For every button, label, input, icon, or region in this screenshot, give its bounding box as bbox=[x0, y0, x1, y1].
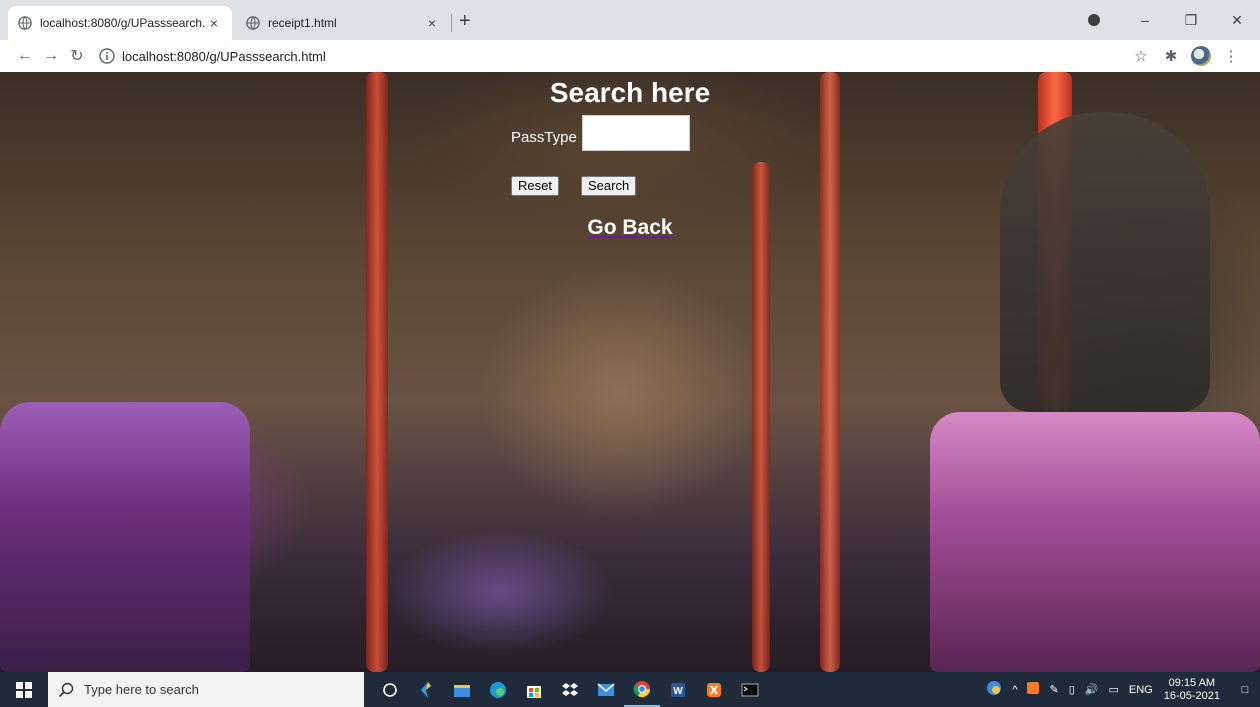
info-icon[interactable] bbox=[98, 47, 116, 65]
star-icon[interactable]: ☆ bbox=[1126, 47, 1156, 65]
windows-taskbar: Type here to search W ^ ✎ ▯ 🔊 ▭ ENG 09:1… bbox=[0, 672, 1260, 707]
page-viewport: Search here PassType Reset Search Go Bac… bbox=[0, 72, 1260, 672]
pen-icon[interactable]: ✎ bbox=[1049, 683, 1058, 696]
pass-type-input[interactable] bbox=[581, 115, 690, 151]
mail-icon[interactable] bbox=[588, 672, 624, 707]
search-button[interactable]: Search bbox=[581, 176, 637, 196]
forward-icon[interactable]: → bbox=[38, 47, 64, 65]
dropbox-icon[interactable] bbox=[552, 672, 588, 707]
window-controls: – ❐ ✕ bbox=[1088, 0, 1260, 40]
xampp-tray-icon[interactable] bbox=[1027, 682, 1040, 697]
battery-icon[interactable]: ▯ bbox=[1069, 683, 1075, 696]
go-back-link[interactable]: Go Back bbox=[0, 216, 1260, 240]
edge-icon[interactable] bbox=[480, 672, 516, 707]
network-icon[interactable]: ▭ bbox=[1108, 683, 1118, 696]
chrome-profile-icon[interactable] bbox=[1088, 14, 1100, 26]
system-tray: ^ ✎ ▯ 🔊 ▭ ENG 09:15 AM 16-05-2021 □ bbox=[981, 677, 1260, 703]
pass-type-label: PassType bbox=[511, 128, 577, 146]
clock-time: 09:15 AM bbox=[1168, 676, 1216, 689]
globe-icon bbox=[18, 16, 32, 30]
tab-title: localhost:8080/g/UPasssearch.html bbox=[40, 16, 206, 30]
clock-date: 16-05-2021 bbox=[1163, 689, 1220, 702]
extensions-icon[interactable]: ✱ bbox=[1156, 47, 1186, 65]
url-text: localhost:8080/g/UPasssearch.html bbox=[122, 48, 326, 64]
help-icon[interactable] bbox=[986, 680, 1002, 699]
globe-icon bbox=[246, 16, 260, 30]
terminal-icon[interactable] bbox=[732, 672, 768, 707]
windows-start-icon[interactable] bbox=[0, 672, 48, 707]
language-indicator[interactable]: ENG bbox=[1129, 684, 1153, 696]
vscode-icon[interactable] bbox=[408, 672, 444, 707]
search-form: Search here PassType Reset Search Go Bac… bbox=[0, 72, 1260, 672]
address-bar[interactable]: localhost:8080/g/UPasssearch.html bbox=[98, 42, 1126, 70]
tab-separator bbox=[451, 14, 452, 32]
taskbar-search-input[interactable]: Type here to search bbox=[48, 672, 364, 707]
clock[interactable]: 09:15 AM 16-05-2021 bbox=[1164, 677, 1220, 703]
cortana-icon[interactable] bbox=[372, 672, 408, 707]
minimize-button[interactable]: – bbox=[1122, 12, 1168, 28]
page-title: Search here bbox=[549, 77, 711, 108]
tab-close-icon[interactable]: × bbox=[206, 15, 222, 31]
reset-button[interactable]: Reset bbox=[511, 176, 559, 196]
svg-text:W: W bbox=[673, 686, 683, 697]
notification-icon[interactable]: □ bbox=[1230, 684, 1260, 696]
tab-upasssearch[interactable]: localhost:8080/g/UPasssearch.html × bbox=[8, 6, 232, 40]
tab-title: receipt1.html bbox=[268, 16, 337, 30]
reload-icon[interactable]: ↻ bbox=[64, 46, 90, 66]
store-icon[interactable] bbox=[516, 672, 552, 707]
volume-icon[interactable]: 🔊 bbox=[1085, 683, 1099, 696]
chrome-icon[interactable] bbox=[624, 672, 660, 707]
close-window-button[interactable]: ✕ bbox=[1214, 12, 1260, 29]
chevron-up-icon[interactable]: ^ bbox=[1012, 684, 1017, 696]
new-tab-button[interactable]: + bbox=[459, 11, 471, 31]
word-icon[interactable]: W bbox=[660, 672, 696, 707]
search-icon bbox=[58, 682, 74, 697]
profile-avatar[interactable] bbox=[1191, 46, 1211, 66]
tab-receipt[interactable]: receipt1.html × bbox=[236, 6, 450, 40]
taskbar-apps: W bbox=[372, 672, 768, 707]
back-icon[interactable]: ← bbox=[12, 47, 38, 65]
menu-icon[interactable]: ⋮ bbox=[1216, 47, 1246, 65]
tab-close-icon[interactable]: × bbox=[424, 15, 440, 31]
taskbar-search-placeholder: Type here to search bbox=[84, 682, 199, 697]
file-explorer-icon[interactable] bbox=[444, 672, 480, 707]
tab-strip: localhost:8080/g/UPasssearch.html × rece… bbox=[0, 0, 1260, 40]
pass-type-row: PassType bbox=[511, 115, 690, 151]
restore-button[interactable]: ❐ bbox=[1168, 12, 1214, 29]
xampp-icon[interactable] bbox=[696, 672, 732, 707]
browser-toolbar: ← → ↻ localhost:8080/g/UPasssearch.html … bbox=[0, 40, 1260, 72]
